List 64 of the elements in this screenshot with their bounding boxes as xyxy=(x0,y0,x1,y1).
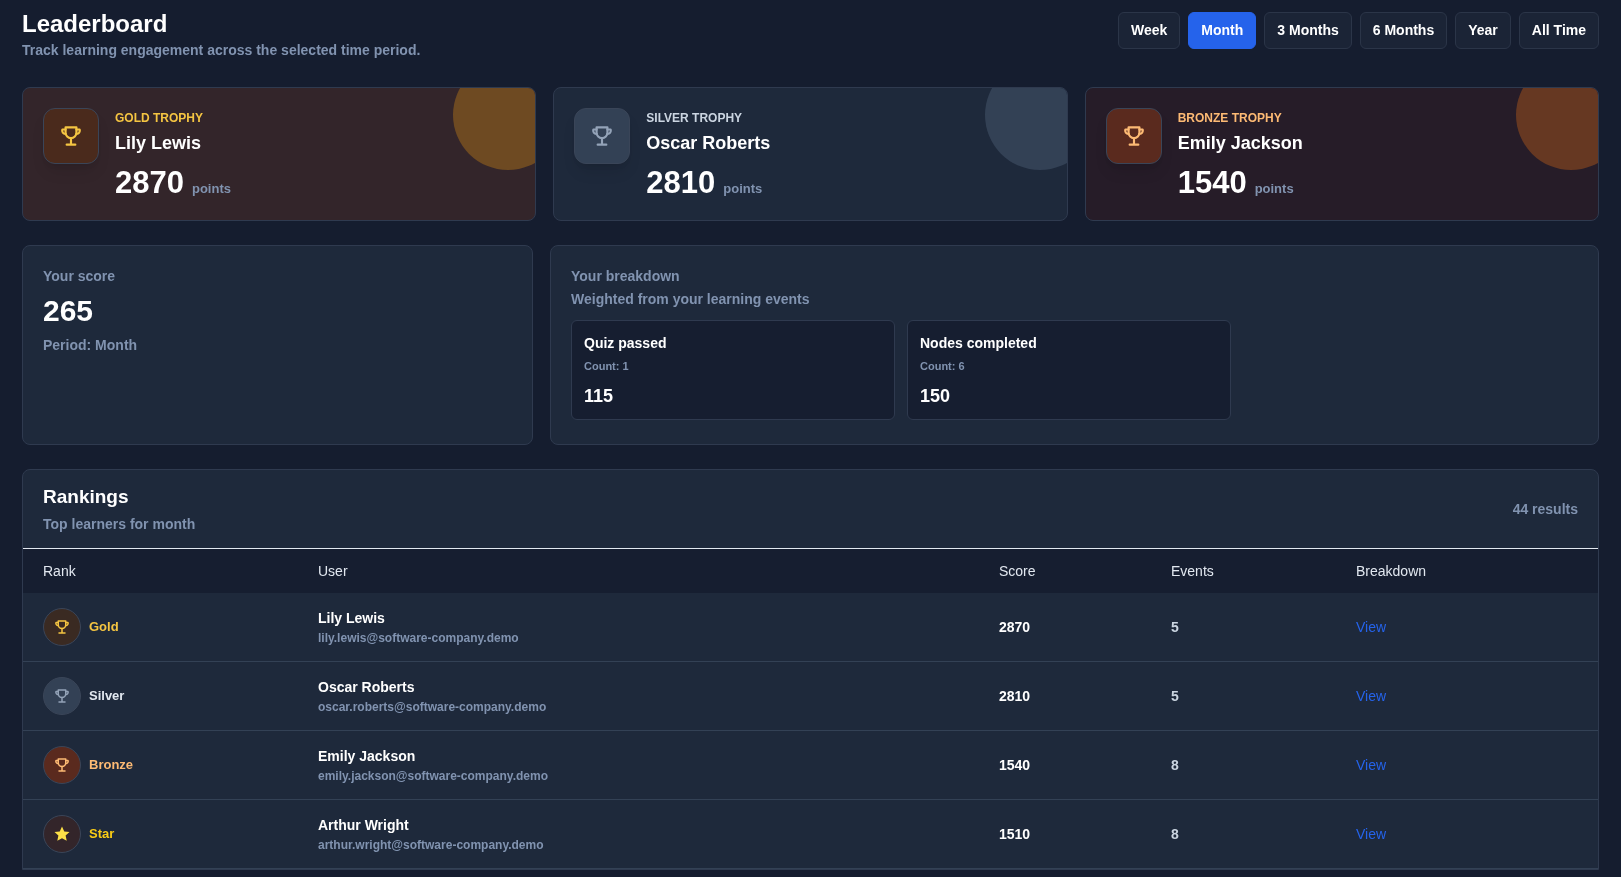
user-email: lily.lewis@software-company.demo xyxy=(318,629,520,647)
page-title: Leaderboard xyxy=(22,9,169,39)
score-cell-text: 2870 xyxy=(999,617,1032,637)
trophy-icon xyxy=(53,756,71,774)
trophy-label: BRONZE TROPHY xyxy=(1177,110,1283,127)
column-header: Rank xyxy=(43,561,77,581)
events-cell-text: 8 xyxy=(1171,824,1180,844)
period-tab[interactable]: Week xyxy=(1118,12,1181,49)
column-header: User xyxy=(318,561,349,581)
score-period: Period: Month xyxy=(43,336,139,355)
period-tab[interactable]: 3 Months xyxy=(1264,12,1352,49)
points-value: 2870 xyxy=(115,164,184,202)
event-points: 115 xyxy=(584,384,615,408)
user-name: Emily Jackson xyxy=(318,746,417,766)
breakdown-title: Your breakdown xyxy=(571,267,681,286)
rank-label: Star xyxy=(89,825,115,844)
event-name: Quiz passed xyxy=(584,334,668,353)
event-name: Nodes completed xyxy=(920,334,1038,353)
event-points: 150 xyxy=(920,384,952,408)
score-cell-text: 1540 xyxy=(999,755,1032,775)
winner-name: Lily Lewis xyxy=(115,132,203,155)
score-value: 265 xyxy=(43,293,95,329)
user-email: arthur.wright@software-company.demo xyxy=(318,836,545,854)
trophy-icon xyxy=(53,618,71,636)
rank-label: Bronze xyxy=(89,756,134,775)
trophy-icon xyxy=(58,123,84,149)
trophy-icon xyxy=(53,687,71,705)
user-email: oscar.roberts@software-company.demo xyxy=(318,698,548,716)
period-tab[interactable]: Year xyxy=(1455,12,1511,49)
points-value: 2810 xyxy=(646,164,716,202)
winner-name: Emily Jackson xyxy=(1177,132,1303,155)
breakdown-subtitle: Weighted from your learning events xyxy=(571,290,811,309)
rankings-title: Rankings xyxy=(43,485,130,510)
user-name: Lily Lewis xyxy=(318,608,386,628)
events-cell-text: 5 xyxy=(1171,617,1180,637)
user-email: emily.jackson@software-company.demo xyxy=(318,767,549,785)
events-cell-text: 8 xyxy=(1171,755,1180,775)
page-subtitle: Track learning engagement across the selected time period. xyxy=(22,41,421,60)
column-header: Events xyxy=(1171,561,1215,581)
user-name: Oscar Roberts xyxy=(318,677,416,697)
points-unit: points xyxy=(723,180,763,198)
events-cell-text: 5 xyxy=(1171,686,1180,706)
points-unit: points xyxy=(1254,180,1294,198)
user-name: Arthur Wright xyxy=(318,815,410,835)
rankings-subtitle: Top learners for month xyxy=(43,514,196,534)
period-tab[interactable]: All Time xyxy=(1518,12,1599,49)
column-header: Breakdown xyxy=(1356,561,1428,581)
period-tab[interactable]: Month xyxy=(1188,12,1257,49)
results-count: 44 results xyxy=(1512,499,1578,519)
event-count: Count: 6 xyxy=(920,359,966,374)
score-label: Your score xyxy=(43,267,117,286)
star-icon xyxy=(53,825,71,843)
points-value: 1540 xyxy=(1177,164,1247,202)
points-unit: points xyxy=(191,180,231,198)
trophy-label: GOLD TROPHY xyxy=(115,110,204,127)
rank-label: Gold xyxy=(89,618,119,637)
score-cell-text: 2810 xyxy=(999,686,1032,706)
column-header: Score xyxy=(999,561,1037,581)
trophy-label: SILVER TROPHY xyxy=(646,110,744,127)
event-count: Count: 1 xyxy=(584,359,630,374)
winner-name: Oscar Roberts xyxy=(646,132,771,155)
period-tab[interactable]: 6 Months xyxy=(1359,12,1448,49)
score-cell-text: 1510 xyxy=(999,824,1032,844)
rank-label: Silver xyxy=(89,687,125,706)
